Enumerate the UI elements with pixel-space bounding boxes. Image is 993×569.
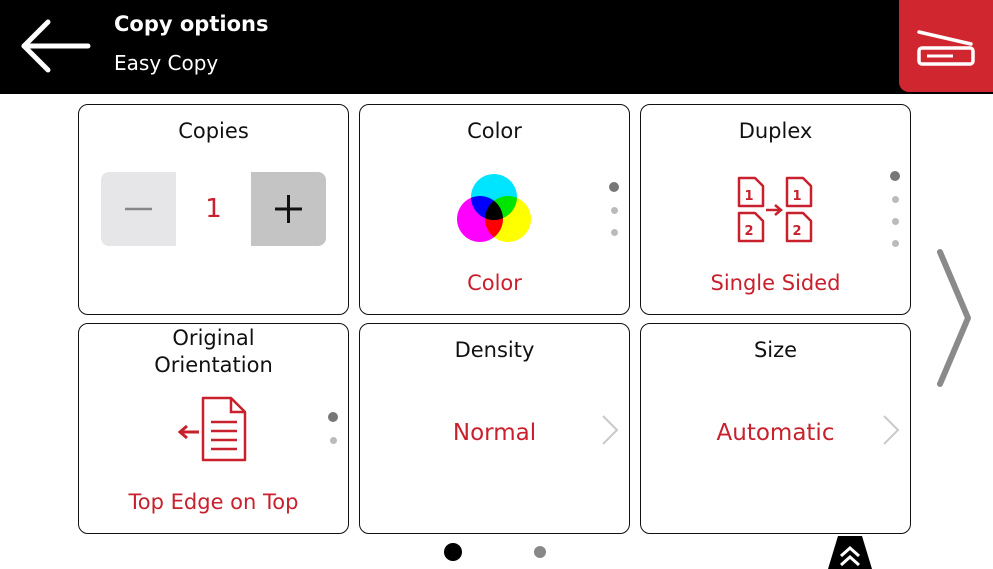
- color-tile[interactable]: Color Color: [359, 104, 630, 315]
- duplex-tile[interactable]: Duplex 1 2 1 2 Single Sided: [640, 104, 911, 315]
- svg-text:2: 2: [792, 224, 801, 239]
- density-label: Density: [454, 338, 535, 362]
- decrease-copies-button[interactable]: [101, 172, 176, 246]
- copies-count[interactable]: 1: [176, 172, 251, 246]
- option-indicator-dot: [892, 218, 899, 225]
- chevron-right-large-icon: [937, 249, 971, 387]
- density-value: Normal: [452, 420, 537, 446]
- page-dot-2[interactable]: [534, 546, 546, 558]
- duplex-value: Single Sided: [710, 271, 841, 295]
- option-indicator-dot: [611, 229, 618, 236]
- double-chevron-up-icon: [828, 536, 872, 569]
- minus-icon: [125, 207, 152, 211]
- option-indicator-dot: [328, 412, 338, 422]
- option-indicator-dot: [892, 240, 899, 247]
- duplex-label: Duplex: [738, 119, 813, 143]
- svg-text:2: 2: [744, 224, 753, 239]
- option-indicator-dot: [609, 182, 619, 192]
- size-label: Size: [753, 338, 798, 362]
- orientation-label-line1: Original: [172, 326, 255, 350]
- scan-button[interactable]: [899, 0, 993, 92]
- next-page-button[interactable]: [934, 248, 974, 388]
- size-value: Automatic: [716, 420, 835, 446]
- chevron-right-icon: [883, 415, 900, 445]
- page-subtitle: Easy Copy: [114, 51, 219, 75]
- orientation-value: Top Edge on Top: [128, 490, 299, 514]
- copies-label: Copies: [178, 119, 249, 143]
- cmy-circles-icon: [457, 174, 531, 242]
- page-title: Copy options: [114, 12, 269, 36]
- svg-text:1: 1: [792, 189, 801, 204]
- page-dot-1[interactable]: [444, 543, 462, 561]
- option-indicator-dot: [892, 196, 899, 203]
- back-button[interactable]: [14, 16, 96, 78]
- orientation-tile[interactable]: Original Orientation Top Edge on Top: [78, 323, 349, 534]
- option-indicator-dot: [890, 171, 900, 181]
- duplex-pages-icon: 1 2 1 2: [737, 176, 813, 243]
- orientation-label-line2: Orientation: [154, 353, 273, 377]
- option-indicator-dot: [330, 437, 337, 444]
- plus-icon: [275, 195, 302, 223]
- arrow-left-icon: [21, 19, 91, 73]
- orientation-label: Original Orientation: [79, 325, 348, 379]
- option-indicator-dot: [611, 207, 618, 214]
- chevron-right-icon: [602, 415, 619, 445]
- document-arrow-left-icon: [177, 396, 247, 462]
- header-bar: Copy options Easy Copy: [0, 0, 993, 94]
- increase-copies-button[interactable]: [251, 172, 326, 246]
- color-label: Color: [467, 119, 522, 143]
- svg-text:1: 1: [744, 189, 753, 204]
- copies-tile: Copies 1: [78, 104, 349, 315]
- density-tile[interactable]: Density Normal: [359, 323, 630, 534]
- scanner-icon: [917, 30, 975, 66]
- size-tile[interactable]: Size Automatic: [640, 323, 911, 534]
- color-value: Color: [467, 271, 522, 295]
- collapse-button[interactable]: [818, 536, 882, 569]
